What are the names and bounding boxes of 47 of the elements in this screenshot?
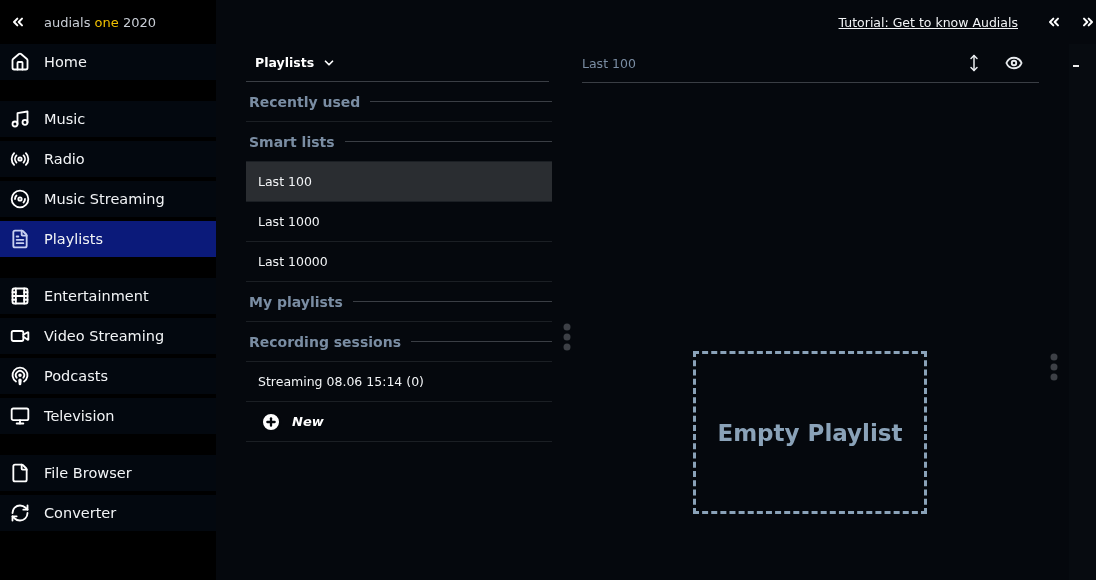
nav-item[interactable]: Entertainment (0, 278, 216, 314)
section-header: My playlists (249, 293, 343, 310)
nav-label: Television (44, 408, 115, 424)
nav-label: Video Streaming (44, 328, 165, 344)
music-icon (10, 109, 30, 129)
nav-label: Playlists (44, 231, 104, 247)
disc-icon (10, 189, 30, 209)
nav-label: Music Streaming (44, 191, 165, 207)
new-playlist-button[interactable]: New (246, 402, 552, 442)
playlist-item[interactable]: Last 1000 (246, 202, 552, 242)
nav-item[interactable]: Video Streaming (0, 318, 216, 354)
playlist-item[interactable]: Last 10000 (246, 242, 552, 282)
nav-item[interactable]: File Browser (0, 455, 216, 491)
nav-item[interactable]: Playlists (0, 221, 216, 257)
refresh-icon (10, 503, 30, 523)
section-header: Recording sessions (249, 333, 401, 350)
app-title: audials one 2020 (44, 14, 156, 30)
nav-item[interactable]: Converter (0, 495, 216, 531)
tutorial-link[interactable]: Tutorial: Get to know Audials (838, 14, 1018, 30)
nav-label: Home (44, 54, 87, 70)
nav-label: Radio (44, 151, 85, 167)
nav-item[interactable]: Radio (0, 141, 216, 177)
file-icon (10, 463, 30, 483)
playlist-item[interactable]: Streaming 08.06 15:14 (0) (246, 362, 552, 402)
film-icon (10, 286, 30, 306)
radio-icon (10, 149, 30, 169)
home-icon (10, 52, 30, 72)
nav-item[interactable]: Music (0, 101, 216, 137)
nav-label: File Browser (44, 465, 132, 481)
section-header: Smart lists (249, 133, 335, 150)
playlist-title: Last 100 (582, 55, 637, 71)
nav-item[interactable]: Television (0, 398, 216, 434)
nav-item[interactable]: Home (0, 44, 216, 80)
podcast-icon (10, 366, 30, 386)
section-header: Recently used (249, 93, 361, 110)
eye-icon[interactable] (1005, 54, 1023, 72)
nav-item[interactable]: Podcasts (0, 358, 216, 394)
empty-message: Empty Playlist (717, 419, 903, 446)
nav-label: Converter (44, 505, 117, 521)
nav-label: Entertainment (44, 288, 149, 304)
document-icon (10, 229, 30, 249)
nav-item[interactable]: Music Streaming (0, 181, 216, 217)
nav-label: Music (44, 111, 86, 127)
playlist-item[interactable]: Last 100 (246, 162, 552, 202)
playlists-dropdown[interactable]: Playlists (255, 55, 337, 70)
monitor-icon (10, 406, 30, 426)
nav-label: Podcasts (44, 368, 108, 384)
